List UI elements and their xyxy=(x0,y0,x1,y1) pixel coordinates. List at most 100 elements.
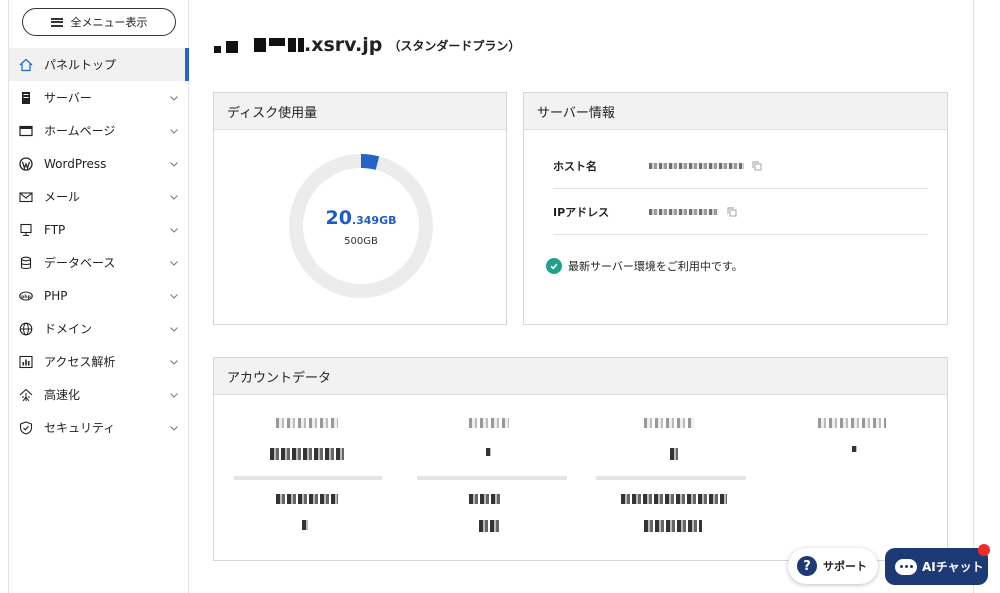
host-row: ホスト名 xyxy=(553,143,928,189)
all-menu-button[interactable]: 全メニュー表示 xyxy=(22,8,176,36)
redacted-value xyxy=(479,520,499,532)
redacted-text xyxy=(226,40,238,53)
sidebar-item-homepage[interactable]: ホームページ xyxy=(9,114,189,147)
redacted-label xyxy=(276,494,338,504)
disk-used-value: 20.349GB xyxy=(286,207,436,229)
redacted-label xyxy=(818,418,886,428)
support-button[interactable]: ? サポート xyxy=(788,548,878,584)
sidebar-item-label: アクセス解析 xyxy=(44,355,116,369)
php-icon: php xyxy=(19,289,33,303)
check-circle-icon xyxy=(546,258,562,274)
sidebar-item-security[interactable]: セキュリティ xyxy=(9,411,189,444)
chevron-down-icon xyxy=(170,96,178,101)
chevron-down-icon xyxy=(170,294,178,299)
sidebar-item-label: メール xyxy=(44,190,81,204)
sidebar-item-wordpress[interactable]: WordPress xyxy=(9,147,189,180)
sidebar-item-php[interactable]: php PHP xyxy=(9,279,189,312)
redacted-value xyxy=(270,448,344,460)
disk-used-int: 20 xyxy=(325,207,352,229)
shield-icon xyxy=(19,420,33,435)
sidebar-item-label: 高速化 xyxy=(44,388,81,402)
account-data-title: アカウントデータ xyxy=(214,358,947,395)
copy-icon[interactable] xyxy=(752,161,762,171)
hamburger-icon xyxy=(50,17,63,27)
chevron-down-icon xyxy=(170,228,178,233)
server-icon xyxy=(19,91,33,105)
redacted-host xyxy=(649,162,744,169)
sidebar-item-label: サーバー xyxy=(44,91,92,105)
redacted-label xyxy=(276,418,338,428)
disk-total: 500GB xyxy=(344,236,378,247)
sidebar-item-speedup[interactable]: 高速化 xyxy=(9,378,189,411)
browser-window-icon xyxy=(19,124,33,138)
sidebar-item-mail[interactable]: メール xyxy=(9,180,189,213)
server-info-title: サーバー情報 xyxy=(524,93,947,130)
divider xyxy=(234,476,382,480)
sidebar: 全メニュー表示 パネルトップ サーバー ホームページ WordPress メール… xyxy=(8,0,189,593)
support-label: サポート xyxy=(823,560,867,573)
chevron-down-icon xyxy=(170,129,178,134)
copy-icon[interactable] xyxy=(727,207,737,217)
server-info-card: サーバー情報 ホスト名 IPアドレス 最新サーバー環境をご利用中です。 xyxy=(523,92,948,325)
redacted-text xyxy=(254,38,266,52)
domain-suffix: .xsrv.jp xyxy=(304,34,383,56)
server-status: 最新サーバー環境をご利用中です。 xyxy=(546,258,743,274)
sidebar-item-panel-top[interactable]: パネルトップ xyxy=(9,48,189,81)
redacted-value xyxy=(302,520,308,530)
page-title: .xsrv.jp （スタンダードプラン） xyxy=(214,34,520,56)
disk-usage-title: ディスク使用量 xyxy=(214,93,506,130)
disk-usage-card: ディスク使用量 20.349GB 500GB xyxy=(213,92,507,325)
divider xyxy=(596,476,746,480)
chevron-down-icon xyxy=(170,261,178,266)
sidebar-item-server[interactable]: サーバー xyxy=(9,81,189,114)
chevron-down-icon xyxy=(170,162,178,167)
disk-usage-donut: 20.349GB 500GB xyxy=(286,151,436,301)
sidebar-item-label: WordPress xyxy=(44,156,107,171)
sidebar-item-label: パネルトップ xyxy=(44,58,117,72)
server-status-text: 最新サーバー環境をご利用中です。 xyxy=(568,260,743,273)
redacted-text xyxy=(288,38,296,52)
sidebar-item-label: セキュリティ xyxy=(44,421,116,435)
plan-label: （スタンダードプラン） xyxy=(388,38,521,53)
sidebar-item-label: データベース xyxy=(44,256,116,270)
chevron-down-icon xyxy=(170,360,178,365)
wordpress-icon xyxy=(19,156,33,171)
monitor-icon xyxy=(19,223,33,237)
redacted-value xyxy=(644,520,702,532)
redacted-label xyxy=(469,494,501,504)
redacted-ip xyxy=(649,208,719,215)
sidebar-item-access-analysis[interactable]: アクセス解析 xyxy=(9,345,189,378)
home-icon xyxy=(19,58,33,72)
chevron-down-icon xyxy=(170,195,178,200)
chevron-down-icon xyxy=(170,393,178,398)
chat-bubble-icon xyxy=(895,558,917,575)
account-data-card: アカウントデータ xyxy=(213,357,948,561)
all-menu-label: 全メニュー表示 xyxy=(70,16,148,29)
chart-icon xyxy=(19,355,33,369)
sidebar-nav: パネルトップ サーバー ホームページ WordPress メール FTP データ… xyxy=(9,48,189,444)
redacted-value xyxy=(486,448,491,456)
redacted-value xyxy=(852,446,857,452)
sidebar-item-label: ドメイン xyxy=(44,322,93,336)
ip-row: IPアドレス xyxy=(553,189,928,235)
ai-chat-button[interactable]: AIチャット xyxy=(885,548,988,585)
divider xyxy=(417,476,567,480)
globe-icon xyxy=(19,322,33,336)
database-icon xyxy=(19,256,33,270)
redacted-text xyxy=(214,45,221,53)
redacted-value xyxy=(670,448,678,460)
sidebar-item-domain[interactable]: ドメイン xyxy=(9,312,189,345)
sidebar-item-database[interactable]: データベース xyxy=(9,246,189,279)
ai-chat-label: AIチャット xyxy=(922,560,984,574)
sidebar-item-label: FTP xyxy=(44,222,66,237)
svg-text:php: php xyxy=(21,293,31,299)
disk-used-dec: .349GB xyxy=(351,214,397,227)
host-label: ホスト名 xyxy=(553,159,597,173)
chevron-down-icon xyxy=(170,327,178,332)
sidebar-item-label: ホームページ xyxy=(44,124,116,138)
content-border xyxy=(973,0,974,593)
help-icon: ? xyxy=(797,556,817,576)
network-icon xyxy=(19,388,33,402)
notification-badge xyxy=(978,544,990,556)
sidebar-item-ftp[interactable]: FTP xyxy=(9,213,189,246)
